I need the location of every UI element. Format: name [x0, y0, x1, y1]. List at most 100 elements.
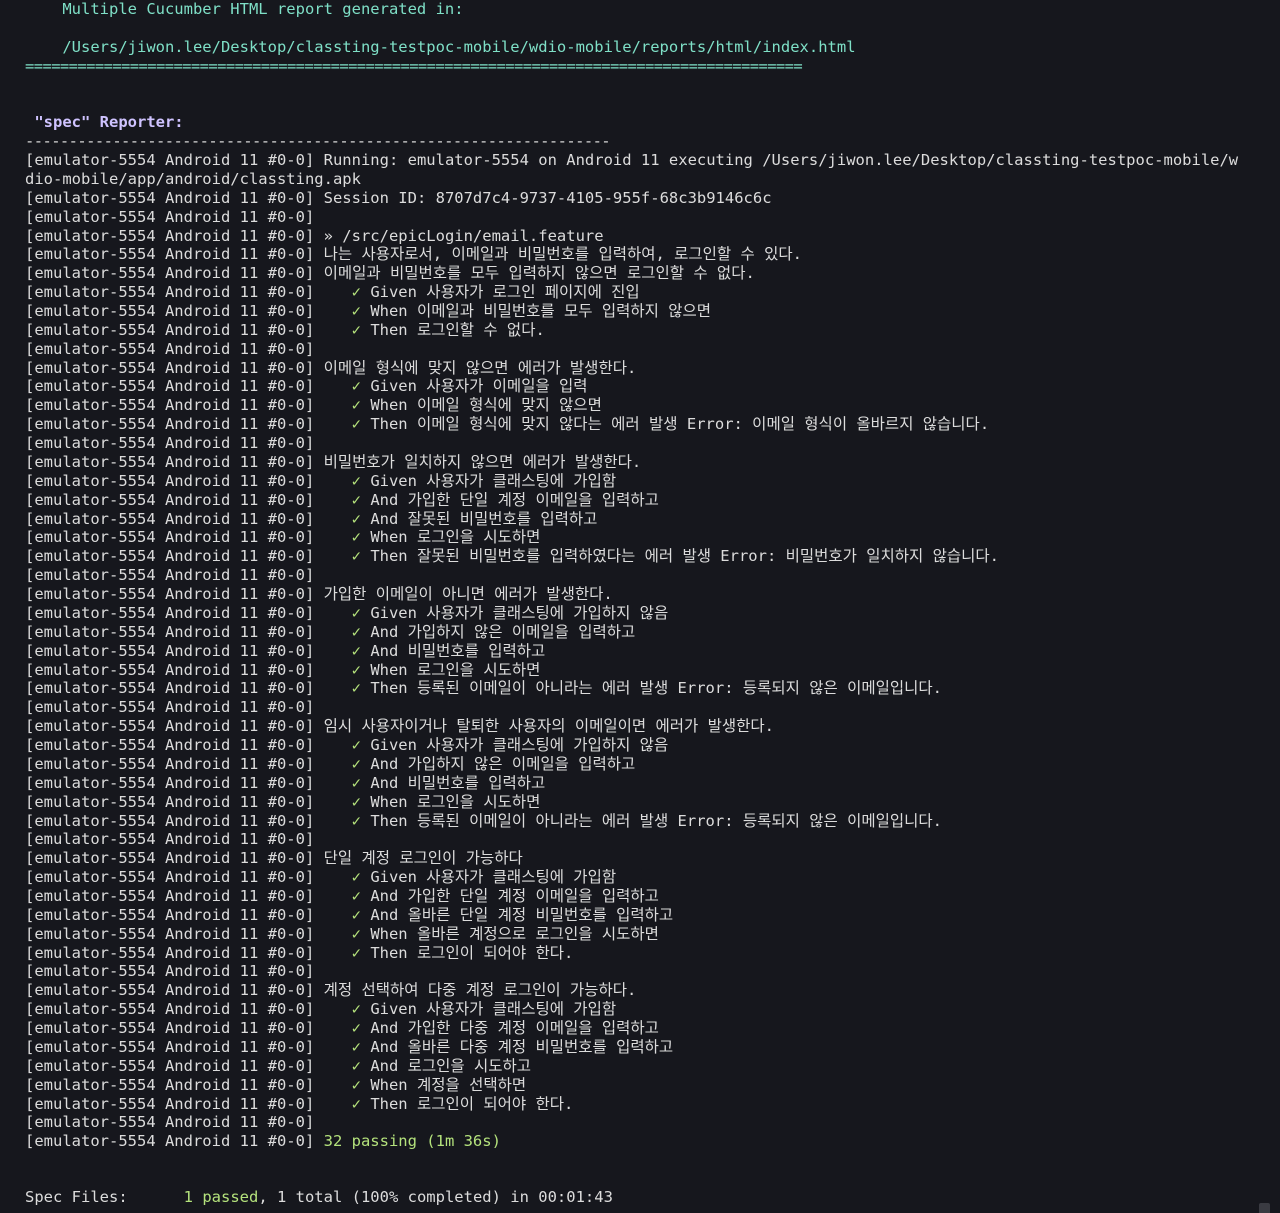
step-text: Given 사용자가 클래스팅에 가입하지 않음	[370, 603, 669, 622]
log-prefix: [emulator-5554 Android 11 #0-0]	[25, 849, 324, 868]
check-icon: ✓	[351, 283, 361, 302]
log-prefix: [emulator-5554 Android 11 #0-0]	[25, 868, 324, 887]
log-line: [emulator-5554 Android 11 #0-0] ✓ Then 이…	[25, 415, 989, 434]
log-prefix: [emulator-5554 Android 11 #0-0]	[25, 943, 324, 962]
log-prefix: [emulator-5554 Android 11 #0-0]	[25, 320, 324, 339]
log-prefix: [emulator-5554 Android 11 #0-0]	[25, 547, 324, 566]
step-text: And 가입한 단일 계정 이메일을 입력하고	[370, 886, 659, 905]
step-text: And 비밀번호를 입력하고	[370, 641, 546, 660]
step-text: Given 사용자가 로그인 페이지에 진입	[370, 283, 640, 302]
log-text: 단일 계정 로그인이 가능하다	[323, 849, 523, 868]
log-prefix: [emulator-5554 Android 11 #0-0]	[25, 736, 324, 754]
log-text: 이메일 형식에 맞지 않으면 에러가 발생한다.	[323, 358, 637, 377]
scrollbar-thumb[interactable]	[1259, 1203, 1270, 1213]
log-prefix: [emulator-5554 Android 11 #0-0]	[25, 358, 324, 377]
spec-reporter-title: "spec" Reporter:	[25, 113, 184, 131]
log-line: [emulator-5554 Android 11 #0-0] ✓ When 올…	[25, 925, 659, 944]
check-icon: ✓	[351, 868, 361, 887]
report-path: /Users/jiwon.lee/Desktop/classting-testp…	[25, 38, 856, 56]
log-prefix: [emulator-5554 Android 11 #0-0]	[25, 924, 324, 943]
log-line: [emulator-5554 Android 11 #0-0] 이메일과 비밀번…	[25, 264, 755, 283]
log-prefix: [emulator-5554 Android 11 #0-0]	[25, 471, 324, 490]
log-prefix: [emulator-5554 Android 11 #0-0]	[25, 1000, 324, 1019]
log-line: [emulator-5554 Android 11 #0-0] 나는 사용자로서…	[25, 245, 802, 264]
log-prefix: [emulator-5554 Android 11 #0-0]	[25, 377, 324, 396]
log-prefix: [emulator-5554 Android 11 #0-0]	[25, 245, 324, 264]
log-prefix: [emulator-5554 Android 11 #0-0]	[25, 283, 324, 302]
step-text: Then 로그인이 되어야 한다.	[370, 1094, 574, 1113]
step-text: And 올바른 단일 계정 비밀번호를 입력하고	[370, 905, 674, 924]
check-icon: ✓	[351, 924, 361, 943]
log-text: dio-mobile/app/android/classting.apk	[25, 169, 361, 188]
check-icon: ✓	[351, 1019, 361, 1037]
check-icon: ✓	[351, 377, 361, 396]
check-icon: ✓	[351, 528, 361, 547]
step-text: Given 사용자가 클래스팅에 가입하지 않음	[370, 736, 669, 754]
log-line: [emulator-5554 Android 11 #0-0]	[25, 698, 314, 717]
spec-files-passed: 1 passed	[183, 1188, 259, 1206]
log-line: [emulator-5554 Android 11 #0-0] 가입한 이메일이…	[25, 585, 613, 604]
log-prefix: [emulator-5554 Android 11 #0-0]	[25, 811, 324, 830]
log-line: [emulator-5554 Android 11 #0-0]	[25, 340, 314, 359]
log-text: 비밀번호가 일치하지 않으면 에러가 발생한다.	[323, 452, 642, 471]
check-icon: ✓	[351, 509, 361, 528]
check-icon: ✓	[351, 773, 361, 792]
check-icon: ✓	[351, 320, 361, 339]
step-text: When 이메일 형식에 맞지 않으면	[370, 396, 602, 415]
log-line: [emulator-5554 Android 11 #0-0] ✓ Given …	[25, 472, 616, 491]
log-line: [emulator-5554 Android 11 #0-0] ✓ Then 로…	[25, 944, 573, 963]
step-text: Then 등록된 이메일이 아니라는 에러 발생 Error: 등록되지 않은 …	[370, 811, 942, 830]
spec-files-summary: Spec Files: 1 passed, 1 total (100% comp…	[25, 1188, 613, 1207]
log-prefix: [emulator-5554 Android 11 #0-0]	[25, 962, 315, 981]
log-line: [emulator-5554 Android 11 #0-0] ✓ And 로그…	[25, 1057, 531, 1076]
log-line: [emulator-5554 Android 11 #0-0] ✓ Then 잘…	[25, 547, 999, 566]
log-prefix: [emulator-5554 Android 11 #0-0]	[25, 981, 324, 1000]
log-prefix: [emulator-5554 Android 11 #0-0]	[25, 1075, 324, 1094]
log-line: [emulator-5554 Android 11 #0-0]	[25, 566, 314, 585]
log-line: [emulator-5554 Android 11 #0-0] ✓ When 로…	[25, 793, 540, 812]
log-prefix: [emulator-5554 Android 11 #0-0]	[25, 660, 324, 679]
check-icon: ✓	[351, 603, 361, 622]
log-line: [emulator-5554 Android 11 #0-0] ✓ And 올바…	[25, 1038, 673, 1057]
log-prefix: [emulator-5554 Android 11 #0-0]	[25, 1113, 315, 1132]
log-line: [emulator-5554 Android 11 #0-0] Session …	[25, 189, 772, 208]
check-icon: ✓	[351, 811, 361, 830]
check-icon: ✓	[351, 415, 361, 434]
step-text: And 가입하지 않은 이메일을 입력하고	[370, 622, 636, 641]
log-prefix: [emulator-5554 Android 11 #0-0]	[25, 396, 324, 415]
log-line: [emulator-5554 Android 11 #0-0] ✓ When 로…	[25, 661, 540, 680]
terminal-window: Multiple Cucumber HTML report generated …	[0, 0, 1280, 1213]
log-prefix: [emulator-5554 Android 11 #0-0]	[25, 264, 324, 283]
log-text: 이메일과 비밀번호를 모두 입력하지 않으면 로그인할 수 없다.	[323, 264, 755, 283]
log-prefix: [emulator-5554 Android 11 #0-0]	[25, 1037, 324, 1056]
step-text: And 로그인을 시도하고	[370, 1056, 532, 1075]
check-icon: ✓	[351, 1056, 361, 1075]
log-prefix: [emulator-5554 Android 11 #0-0]	[25, 679, 324, 698]
log-prefix: [emulator-5554 Android 11 #0-0]	[25, 698, 315, 717]
log-prefix: [emulator-5554 Android 11 #0-0]	[25, 339, 315, 358]
log-prefix: [emulator-5554 Android 11 #0-0]	[25, 754, 324, 773]
check-icon: ✓	[351, 736, 361, 754]
log-prefix: [emulator-5554 Android 11 #0-0]	[25, 509, 324, 528]
log-line: [emulator-5554 Android 11 #0-0] ✓ Then 로…	[25, 321, 545, 340]
log-line: [emulator-5554 Android 11 #0-0] ✓ Given …	[25, 283, 640, 302]
step-text: Then 이메일 형식에 맞지 않다는 에러 발생 Error: 이메일 형식이…	[370, 415, 990, 434]
log-text: 계정 선택하여 다중 계정 로그인이 가능하다.	[323, 981, 637, 1000]
check-icon: ✓	[351, 1075, 361, 1094]
check-icon: ✓	[351, 547, 361, 566]
log-text: Running: emulator-5554 on Android 11 exe…	[323, 151, 1239, 169]
log-prefix: [emulator-5554 Android 11 #0-0]	[25, 528, 324, 547]
log-line: [emulator-5554 Android 11 #0-0] ✓ When 계…	[25, 1076, 526, 1095]
log-line: [emulator-5554 Android 11 #0-0]	[25, 962, 314, 981]
log-line: [emulator-5554 Android 11 #0-0] ✓ Then 등…	[25, 679, 942, 698]
step-text: And 가입한 단일 계정 이메일을 입력하고	[370, 490, 659, 509]
log-line: dio-mobile/app/android/classting.apk	[25, 170, 361, 189]
log-prefix: [emulator-5554 Android 11 #0-0]	[25, 603, 324, 622]
log-prefix: [emulator-5554 Android 11 #0-0]	[25, 1094, 324, 1113]
log-line: [emulator-5554 Android 11 #0-0] ✓ And 비밀…	[25, 642, 545, 661]
log-text: 나는 사용자로서, 이메일과 비밀번호를 입력하여, 로그인할 수 있다.	[323, 245, 802, 264]
log-prefix: [emulator-5554 Android 11 #0-0]	[25, 151, 324, 169]
step-text: Then 로그인이 되어야 한다.	[370, 943, 574, 962]
check-icon: ✓	[351, 792, 361, 811]
log-line: [emulator-5554 Android 11 #0-0] ✓ And 잘못…	[25, 510, 597, 529]
